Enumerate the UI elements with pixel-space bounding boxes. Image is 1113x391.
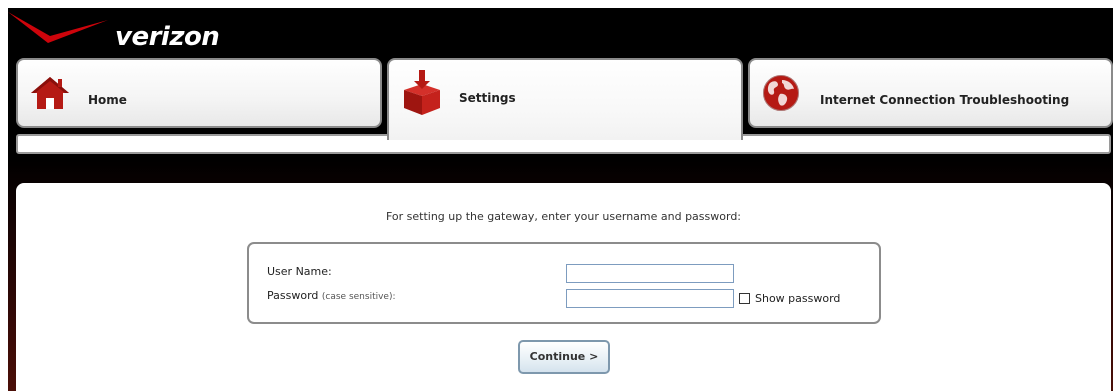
globe-icon: [763, 75, 799, 111]
tab-home[interactable]: Home: [16, 58, 382, 128]
show-password-label[interactable]: Show password: [755, 292, 840, 305]
login-panel: For setting up the gateway, enter your u…: [16, 183, 1111, 391]
login-form: User Name: Password (case sensitive): Sh…: [247, 242, 881, 324]
tab-internet-troubleshooting[interactable]: Internet Connection Troubleshooting: [748, 58, 1113, 128]
tab-settings[interactable]: Settings: [387, 58, 743, 140]
username-label: User Name:: [267, 265, 332, 278]
password-input[interactable]: [566, 289, 734, 308]
settings-box-icon: [404, 70, 440, 115]
tab-internet-label: Internet Connection Troubleshooting: [820, 93, 1070, 107]
logo-swoosh-icon: [8, 12, 108, 43]
tab-home-label: Home: [88, 93, 127, 107]
page: verizon Home Settings Internet Connectio…: [8, 8, 1113, 391]
tab-settings-label: Settings: [459, 91, 516, 105]
show-password-checkbox[interactable]: [739, 293, 750, 304]
password-hint: (case sensitive):: [321, 292, 396, 302]
continue-button[interactable]: Continue >: [518, 340, 610, 374]
username-input[interactable]: [566, 264, 734, 283]
login-prompt: For setting up the gateway, enter your u…: [385, 210, 742, 223]
logo-text: verizon: [115, 22, 220, 52]
password-label-text: Password: [267, 289, 319, 302]
password-label: Password (case sensitive):: [267, 289, 396, 302]
home-icon: [31, 77, 69, 109]
verizon-logo: verizon: [8, 8, 268, 60]
